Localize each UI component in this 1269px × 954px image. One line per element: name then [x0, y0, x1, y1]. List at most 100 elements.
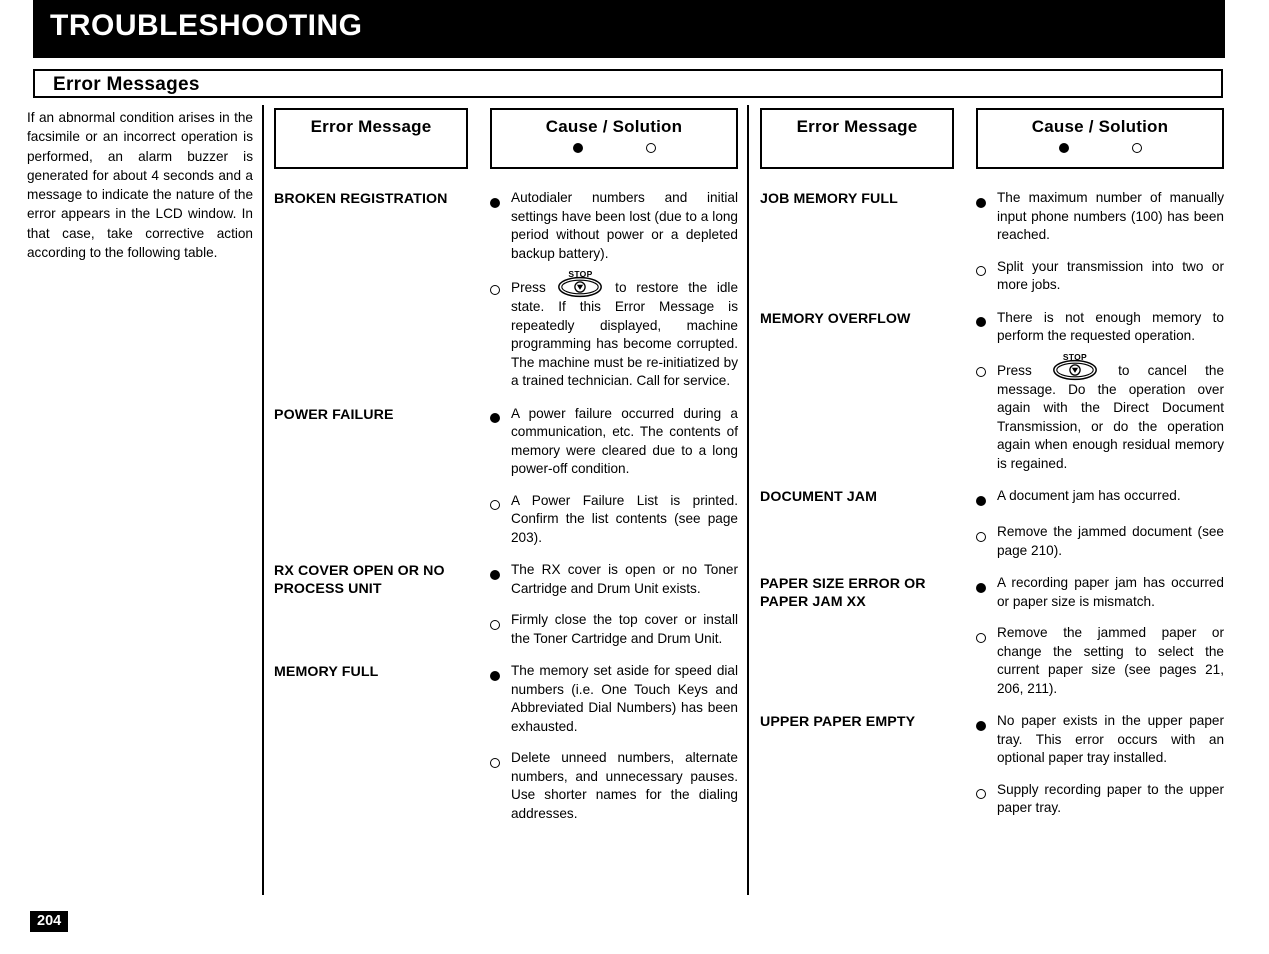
- header-cell-error-message: Error Message: [274, 108, 468, 169]
- item-text: A Power Failure List is printed. Confirm…: [511, 492, 738, 545]
- item-marker: [490, 561, 511, 584]
- cause-solution-cell: The memory set aside for speed dial numb…: [490, 662, 738, 823]
- table-body-right: JOB MEMORY FULL The maximum number of man…: [760, 189, 1224, 818]
- cause-solution-cell: Autodialer numbers and initial settings …: [490, 189, 738, 391]
- item-text: Press STOP to restore the idle state. If…: [511, 269, 739, 391]
- item-text: The maximum number of manually input pho…: [997, 190, 1224, 242]
- cause-solution-cell: There is not enough memory to perform th…: [976, 309, 1224, 474]
- table-row: POWER FAILURE A power failure occurred du…: [274, 405, 738, 548]
- item-text: Split your transmission into two or more…: [997, 258, 1224, 293]
- header-cell-error-message: Error Message: [760, 108, 954, 169]
- item-marker: [490, 189, 511, 212]
- filled-circle-icon: [976, 197, 986, 208]
- filled-circle-icon: [490, 413, 500, 424]
- item-text-before-key: Press: [511, 280, 556, 295]
- error-table-right: Error Message Cause / Solution JOB MEMOR…: [760, 108, 1224, 818]
- item-marker: [490, 492, 511, 515]
- open-circle-icon: [976, 367, 986, 378]
- error-message-cell: BROKEN REGISTRATION: [274, 191, 448, 207]
- item-text: Supply recording paper to the upper pape…: [997, 781, 1224, 816]
- cause-solution-item: Press STOP to cancel the message. Do the…: [976, 352, 1225, 474]
- column-divider-middle: [747, 105, 749, 895]
- cause-solution-cell: The maximum number of manually input pho…: [976, 189, 1224, 295]
- item-marker: [490, 662, 511, 685]
- open-circle-icon: [490, 757, 500, 768]
- item-text: Autodialer numbers and initial settings …: [511, 190, 738, 261]
- error-message-cell: DOCUMENT JAM: [760, 489, 878, 505]
- item-text-after-key: to restore the idle state. If this Error…: [511, 280, 739, 388]
- table-row: MEMORY FULL The memory set aside for spee…: [274, 662, 738, 823]
- table-body-left: BROKEN REGISTRATION Autodialer numbers an…: [274, 189, 738, 823]
- chapter-header-bar: TROUBLESHOOTING: [33, 0, 1225, 58]
- open-circle-icon: [645, 143, 656, 153]
- item-text: Delete unneed numbers, alternate numbers…: [511, 750, 738, 821]
- header-marker-legend: [492, 143, 736, 153]
- item-text-after-key: to cancel the message. Do the operation …: [997, 362, 1225, 471]
- header-label-cause-solution: Cause / Solution: [545, 117, 683, 136]
- item-text: Remove the jammed document (see page 210…: [997, 524, 1224, 558]
- item-marker: [976, 624, 997, 647]
- error-message-cell: MEMORY FULL: [274, 664, 379, 680]
- table-header-row: Error Message Cause / Solution: [274, 108, 738, 169]
- item-marker: [976, 189, 997, 212]
- intro-paragraph: If an abnormal condition arises in the f…: [27, 110, 253, 261]
- column-divider-left: [262, 105, 264, 895]
- item-marker: [976, 523, 997, 546]
- cause-solution-item: A Power Failure List is printed. Confirm…: [490, 492, 738, 548]
- header-label-cause-solution: Cause / Solution: [1031, 117, 1169, 136]
- open-circle-icon: [490, 284, 500, 295]
- error-message-cell: JOB MEMORY FULL: [760, 191, 898, 207]
- error-message-cell: POWER FAILURE: [274, 406, 394, 423]
- cause-solution-item: Press STOP to restore the idle state. If…: [490, 269, 739, 391]
- cause-solution-item: The RX cover is open or no Toner Cartrid…: [490, 561, 738, 598]
- item-text: A recording paper jam has occurred or pa…: [997, 575, 1224, 609]
- cause-solution-cell: No paper exists in the upper paper tray.…: [976, 712, 1224, 818]
- item-text: A document jam has occurred.: [997, 488, 1181, 503]
- cause-solution-item: There is not enough memory to perform th…: [976, 309, 1224, 346]
- filled-circle-icon: [976, 495, 986, 506]
- filled-circle-icon: [976, 720, 986, 731]
- filled-circle-icon: [976, 582, 986, 593]
- open-circle-icon: [976, 531, 986, 542]
- item-text: There is not enough memory to perform th…: [997, 309, 1224, 344]
- cause-solution-item: A recording paper jam has occurred or pa…: [976, 574, 1224, 611]
- table-row: PAPER SIZE ERROR OR PAPER JAM XX A record…: [760, 574, 1224, 698]
- item-text-before-key: Press: [997, 362, 1050, 378]
- item-marker: [490, 276, 511, 299]
- stop-key-icon: STOP: [557, 269, 603, 298]
- open-circle-icon: [976, 789, 986, 800]
- item-marker: [976, 487, 997, 510]
- section-title-box: Error Messages: [33, 69, 1223, 98]
- item-text: Press STOP to cancel the message. Do the…: [997, 352, 1225, 474]
- item-text: A power failure occurred during a commun…: [511, 405, 738, 477]
- item-marker: [490, 611, 511, 634]
- cause-solution-item: Delete unneed numbers, alternate numbers…: [490, 749, 738, 823]
- open-circle-icon: [1131, 143, 1142, 153]
- filled-circle-icon: [976, 317, 986, 328]
- item-text: No paper exists in the upper paper tray.…: [997, 713, 1224, 765]
- cause-solution-item: Supply recording paper to the upper pape…: [976, 781, 1224, 818]
- cause-solution-item: A document jam has occurred.: [976, 487, 1224, 510]
- item-marker: [976, 712, 997, 735]
- cause-solution-item: Split your transmission into two or more…: [976, 258, 1224, 295]
- open-circle-icon: [976, 266, 986, 277]
- section-title: Error Messages: [53, 74, 200, 95]
- item-text: The memory set aside for speed dial numb…: [511, 663, 738, 734]
- error-message-cell: RX COVER OPEN OR NO PROCESS UNIT: [274, 563, 445, 597]
- open-circle-icon: [976, 632, 986, 643]
- table-row: JOB MEMORY FULL The maximum number of man…: [760, 189, 1224, 295]
- item-marker: [490, 749, 511, 772]
- chapter-title: TROUBLESHOOTING: [50, 9, 363, 42]
- open-circle-icon: [490, 619, 500, 630]
- cause-solution-item: Remove the jammed paper or change the se…: [976, 624, 1224, 698]
- error-message-cell: UPPER PAPER EMPTY: [760, 714, 916, 730]
- item-marker: [976, 309, 997, 332]
- header-label-error-message: Error Message: [310, 117, 432, 136]
- table-row: UPPER PAPER EMPTY No paper exists in the …: [760, 712, 1224, 818]
- cause-solution-item: Firmly close the top cover or install th…: [490, 611, 738, 648]
- error-message-cell: MEMORY OVERFLOW: [760, 310, 911, 327]
- header-cell-cause-solution: Cause / Solution: [490, 108, 738, 169]
- item-text: The RX cover is open or no Toner Cartrid…: [511, 562, 738, 596]
- item-marker: [976, 574, 997, 597]
- table-header-row: Error Message Cause / Solution: [760, 108, 1224, 169]
